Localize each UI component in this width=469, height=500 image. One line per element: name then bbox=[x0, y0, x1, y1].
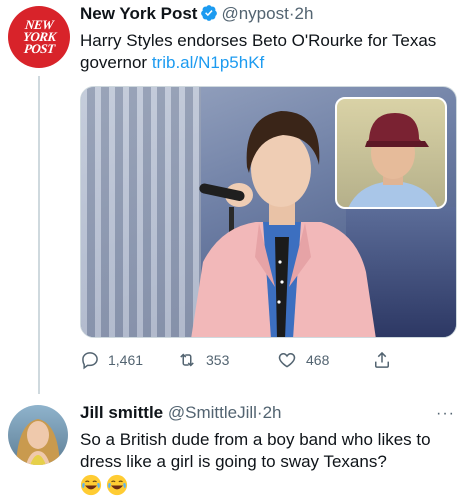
reply-icon bbox=[82, 352, 98, 370]
tweet-text: Harry Styles endorses Beto O'Rourke for … bbox=[80, 30, 460, 74]
retweet-count: 353 bbox=[206, 352, 230, 368]
author-name[interactable]: New York Post bbox=[80, 4, 197, 23]
more-options-icon[interactable]: ··· bbox=[436, 405, 455, 423]
avatar[interactable] bbox=[8, 405, 68, 465]
share-icon bbox=[375, 351, 389, 368]
author-handle[interactable]: @nypost bbox=[221, 4, 288, 23]
reply-button[interactable]: 1,461 bbox=[80, 350, 143, 370]
like-count: 468 bbox=[306, 352, 330, 368]
timestamp[interactable]: 2h bbox=[295, 4, 314, 23]
thread-connector-line bbox=[38, 76, 40, 394]
share-button[interactable] bbox=[372, 350, 400, 370]
like-button[interactable]: 468 bbox=[276, 350, 329, 370]
verified-badge-icon bbox=[200, 4, 218, 27]
reply-header: Jill smittle @SmittleJill·2h bbox=[80, 403, 282, 423]
reply-timestamp[interactable]: 2h bbox=[263, 403, 282, 422]
tweet-actions: 1,461 353 468 bbox=[80, 350, 450, 374]
retweet-icon bbox=[180, 353, 194, 367]
heart-icon bbox=[278, 352, 296, 368]
tweet-header: New York Post @nypost·2h bbox=[80, 4, 313, 27]
avatar-logo-line-3: POST bbox=[23, 41, 56, 56]
reply-count: 1,461 bbox=[108, 352, 144, 368]
avatar-photo bbox=[16, 419, 60, 465]
inset-photo-beto bbox=[335, 97, 447, 209]
tweet-media-photo[interactable] bbox=[80, 86, 457, 338]
reply-author-name[interactable]: Jill smittle bbox=[80, 403, 163, 422]
inset-photo-person bbox=[348, 113, 438, 207]
laughing-tears-emoji-icon bbox=[106, 474, 128, 496]
avatar[interactable]: NEW YORK POST bbox=[8, 6, 70, 68]
reply-emojis bbox=[80, 474, 128, 496]
laughing-tears-emoji-icon bbox=[80, 474, 102, 496]
retweet-button[interactable]: 353 bbox=[176, 350, 229, 370]
reply-text: So a British dude from a boy band who li… bbox=[80, 430, 431, 471]
tweet-link[interactable]: trib.al/N1p5hKf bbox=[152, 53, 264, 72]
reply-author-handle[interactable]: @SmittleJill bbox=[168, 403, 257, 422]
